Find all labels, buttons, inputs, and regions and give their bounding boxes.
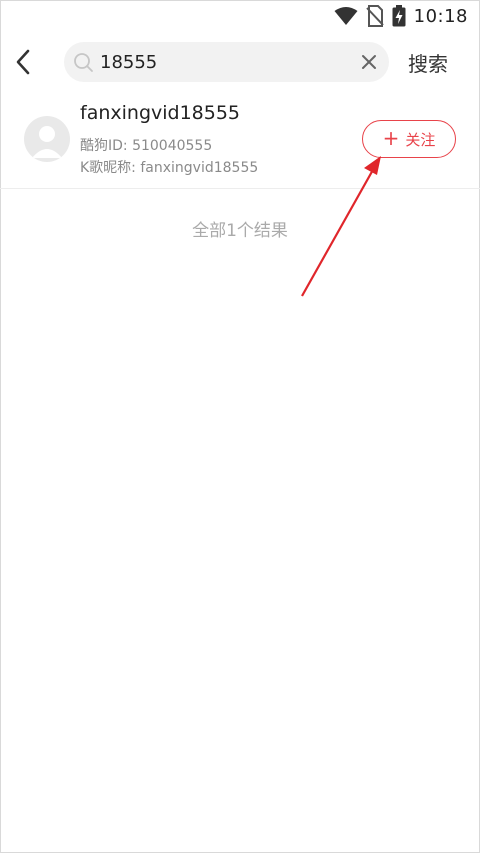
- annotation-arrow: [301, 156, 381, 297]
